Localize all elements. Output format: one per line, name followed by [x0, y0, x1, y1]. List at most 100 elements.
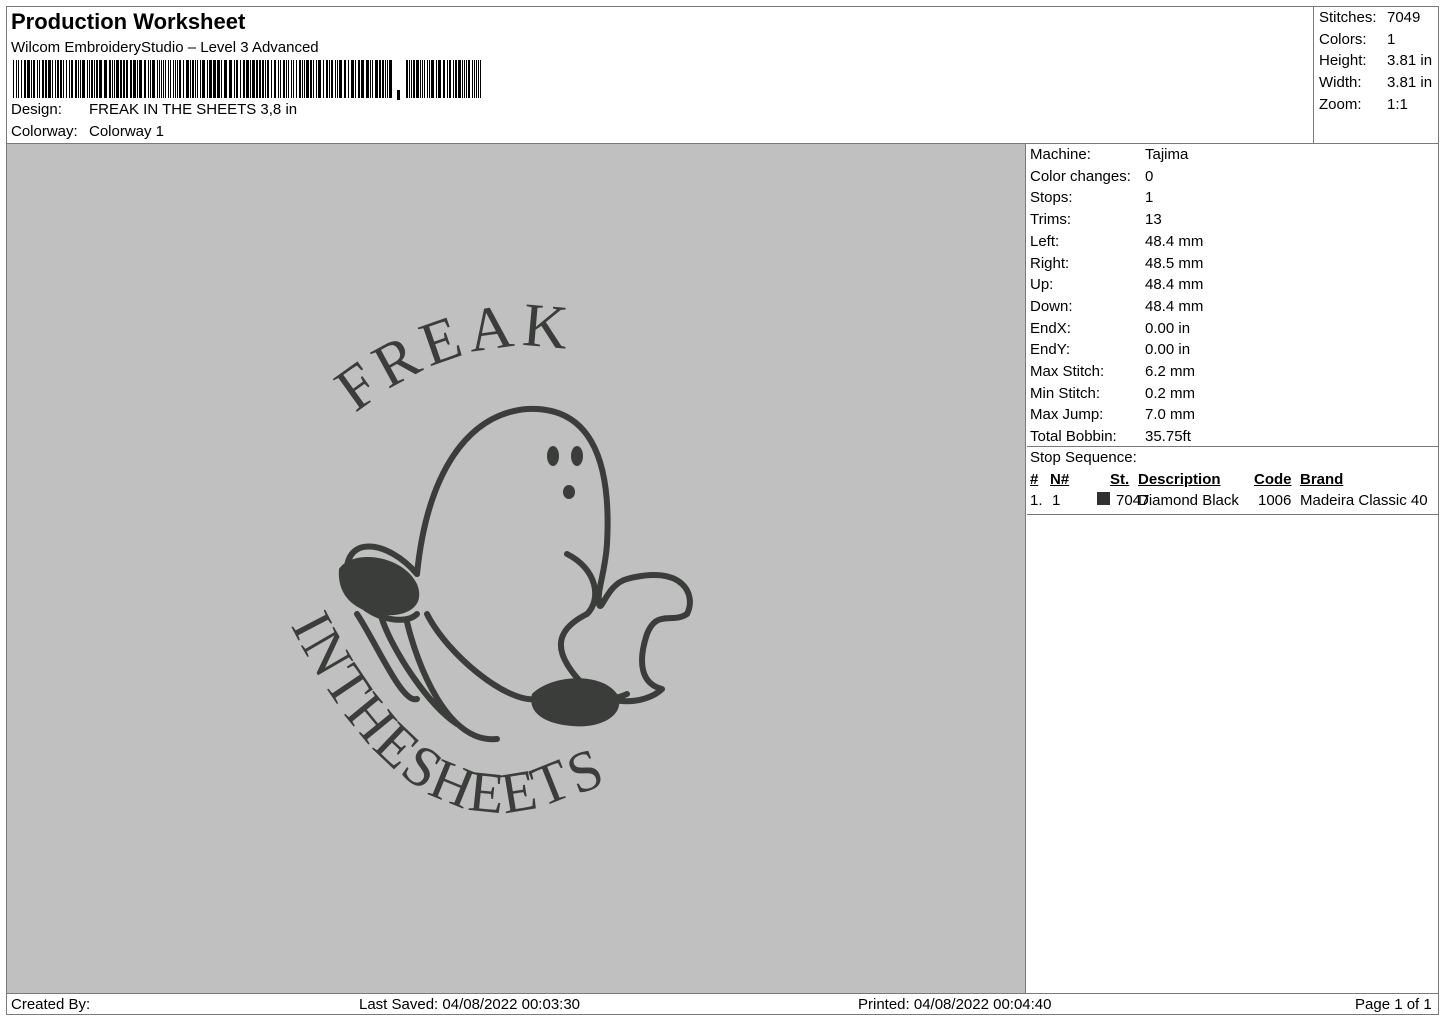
barcode-bar — [236, 60, 238, 98]
info-row: Left: 48.4 mm — [1030, 233, 1203, 250]
embroidery-design: FREAK INTHESHEETS — [279, 291, 693, 827]
barcode-bar — [344, 60, 346, 98]
barcode-bar — [168, 60, 169, 98]
barcode-bar — [280, 60, 281, 98]
barcode-bar — [152, 60, 155, 98]
barcode-bar — [96, 60, 98, 98]
barcode-bar — [283, 60, 285, 98]
barcode-bar — [71, 60, 73, 98]
barcode-bar — [291, 60, 292, 98]
barcode — [13, 60, 481, 100]
barcode-bar — [468, 60, 470, 98]
barcode-bar — [271, 60, 272, 98]
last-saved: Last Saved: 04/08/2022 00:03:30 — [359, 996, 581, 1013]
col-header-needle: N# — [1050, 471, 1070, 488]
barcode-bar — [45, 60, 47, 98]
barcode-bar — [179, 60, 181, 98]
summary-value: 1 — [1387, 31, 1396, 48]
barcode-bar — [170, 60, 171, 98]
summary-row-zoom: Zoom: 1:1 — [1319, 96, 1408, 113]
barcode-bar — [139, 60, 142, 98]
barcode-bar — [299, 60, 301, 98]
barcode-bar — [413, 60, 415, 98]
barcode-bar — [82, 60, 85, 98]
info-label: Trims: — [1030, 211, 1072, 229]
barcode-bar — [197, 60, 198, 98]
summary-value: 3.81 in — [1387, 74, 1433, 91]
barcode-bar — [447, 60, 448, 98]
barcode-bar — [339, 60, 342, 98]
col-header-description: Description — [1138, 471, 1221, 488]
barcode-bar — [302, 60, 303, 98]
summary-label: Width: — [1319, 74, 1362, 91]
info-label: EndY: — [1030, 341, 1071, 359]
barcode-bar — [387, 60, 388, 98]
barcode-bar — [431, 60, 434, 98]
summary-row-stitches: Stitches: 7049 — [1319, 9, 1420, 26]
info-value: 0.00 in — [1145, 319, 1191, 337]
barcode-bar — [286, 60, 287, 98]
barcode-bar — [150, 60, 151, 98]
barcode-bar — [126, 60, 128, 98]
colorway-name: Colorway 1 — [89, 123, 165, 140]
info-value: 0.2 mm — [1145, 384, 1196, 402]
software-name: Wilcom EmbroideryStudio – Level 3 Advanc… — [11, 39, 319, 56]
barcode-bar — [455, 60, 457, 98]
barcode-bar — [256, 60, 258, 98]
info-label: Color changes: — [1030, 167, 1131, 185]
barcode-bar — [21, 60, 22, 98]
info-row: Up: 48.4 mm — [1030, 276, 1203, 293]
created-by: Created By: — [11, 996, 91, 1013]
barcode-bar — [351, 60, 354, 98]
summary-value: 1:1 — [1387, 96, 1408, 113]
barcode-bar — [409, 60, 410, 98]
summary-label: Height: — [1319, 52, 1367, 69]
barcode-bar — [78, 60, 79, 98]
page-number: Page 1 of 1 — [1355, 996, 1432, 1013]
summary-label: Zoom: — [1319, 96, 1362, 113]
barcode-bar — [114, 60, 115, 98]
info-label: Left: — [1030, 232, 1060, 250]
barcode-bar — [250, 60, 251, 98]
barcode-bar — [190, 60, 191, 98]
production-worksheet: Production Worksheet Wilcom EmbroiderySt… — [6, 6, 1439, 1015]
barcode-bar — [91, 60, 93, 98]
summary-row-width: Width: 3.81 in — [1319, 74, 1432, 91]
barcode-bar — [24, 60, 26, 98]
barcode-bar — [370, 60, 371, 98]
barcode-bar — [296, 60, 297, 98]
info-value: 7.0 mm — [1145, 406, 1196, 424]
barcode-bar — [224, 60, 227, 98]
info-divider — [1027, 446, 1439, 447]
barcode-bar — [329, 60, 330, 98]
col-header-brand: Brand — [1300, 471, 1344, 488]
barcode-bar — [240, 60, 241, 98]
barcode-bar — [173, 60, 174, 98]
barcode-bar — [52, 60, 53, 98]
barcode-bar — [278, 60, 279, 98]
info-row: Trims: 13 — [1030, 211, 1162, 228]
info-value: 1 — [1145, 189, 1154, 207]
info-label: Min Stitch: — [1030, 384, 1101, 402]
info-label: Stops: — [1030, 189, 1073, 207]
barcode-bar — [63, 60, 64, 98]
info-row: Total Bobbin: 35.75ft — [1030, 428, 1191, 445]
barcode-bar — [366, 60, 369, 98]
barcode-bar — [331, 60, 333, 98]
barcode-bar — [221, 60, 222, 98]
barcode-bar — [316, 60, 317, 98]
barcode-bar — [209, 60, 212, 98]
barcode-bar — [37, 60, 38, 98]
barcode-bar — [144, 60, 146, 98]
barcode-bar — [429, 60, 430, 98]
barcode-bar — [137, 60, 138, 98]
info-value: 48.5 mm — [1145, 254, 1204, 272]
barcode-bar — [372, 60, 373, 98]
barcode-bar — [310, 60, 312, 98]
barcode-bar — [466, 60, 467, 98]
barcode-bar — [252, 60, 255, 98]
barcode-bar — [375, 60, 378, 98]
barcode-bar — [293, 60, 294, 98]
stop-sequence-title: Stop Sequence: — [1030, 449, 1137, 466]
summary-label: Stitches: — [1319, 9, 1377, 26]
